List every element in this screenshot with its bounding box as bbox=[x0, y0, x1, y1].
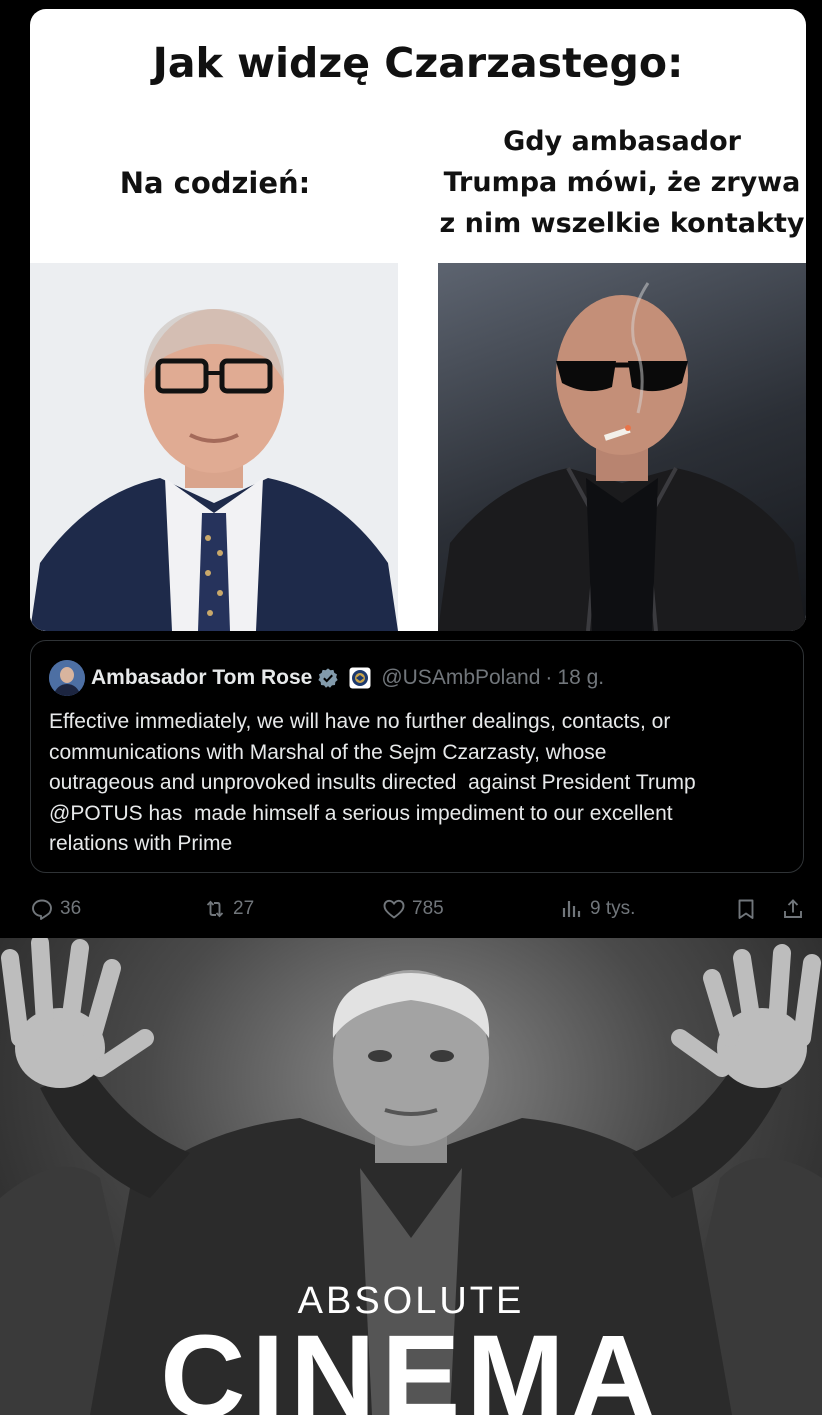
repost-count: 27 bbox=[233, 898, 255, 919]
photo-right-leather-jacket bbox=[438, 263, 806, 631]
repost-icon bbox=[206, 900, 224, 918]
share-icon bbox=[784, 899, 802, 918]
meme-caption-left: Na codzień: bbox=[119, 166, 311, 200]
views-count: 9 tys. bbox=[590, 898, 636, 919]
quoted-post-text: Effective immediately, we will have no f… bbox=[49, 710, 696, 855]
reply-icon bbox=[32, 899, 52, 920]
like-icon bbox=[383, 899, 405, 919]
avatar[interactable] bbox=[49, 660, 85, 696]
reply-button[interactable]: 36 bbox=[30, 895, 81, 923]
meme-title: Jak widzę Czarzastego: bbox=[152, 39, 684, 87]
absolute-caption: ABSOLUTE bbox=[297, 1280, 525, 1322]
bookmark-button[interactable] bbox=[734, 895, 758, 923]
views-button[interactable]: 9 tys. bbox=[560, 895, 635, 923]
verified-badge-icon bbox=[318, 668, 338, 688]
meme-caption-right: Gdy ambasador Trumpa mówi, że zrywa z ni… bbox=[439, 126, 805, 239]
cinema-caption: CINEMA bbox=[160, 1318, 662, 1415]
author-name[interactable]: Ambasador Tom Rose bbox=[91, 666, 312, 690]
bookmark-icon bbox=[738, 899, 754, 919]
share-button[interactable] bbox=[781, 895, 805, 923]
views-icon bbox=[562, 901, 581, 917]
author-handle[interactable]: @USAmbPoland bbox=[381, 666, 540, 690]
like-button[interactable]: 785 bbox=[382, 895, 444, 923]
reply-count: 36 bbox=[60, 898, 82, 919]
quoted-post[interactable]: Ambasador Tom Rose @USAmbPoland · 18 g. … bbox=[30, 640, 804, 873]
photo-left-suit bbox=[30, 263, 398, 631]
repost-button[interactable]: 27 bbox=[203, 895, 254, 923]
post-time[interactable]: 18 g. bbox=[557, 666, 604, 690]
like-count: 785 bbox=[412, 898, 444, 919]
meme-image[interactable]: Jak widzę Czarzastego: Na codzień: Gdy a… bbox=[30, 9, 806, 631]
embassy-seal-icon bbox=[349, 667, 371, 689]
quoted-post-header: Ambasador Tom Rose @USAmbPoland · 18 g. bbox=[49, 660, 604, 696]
separator-dot: · bbox=[545, 666, 553, 689]
